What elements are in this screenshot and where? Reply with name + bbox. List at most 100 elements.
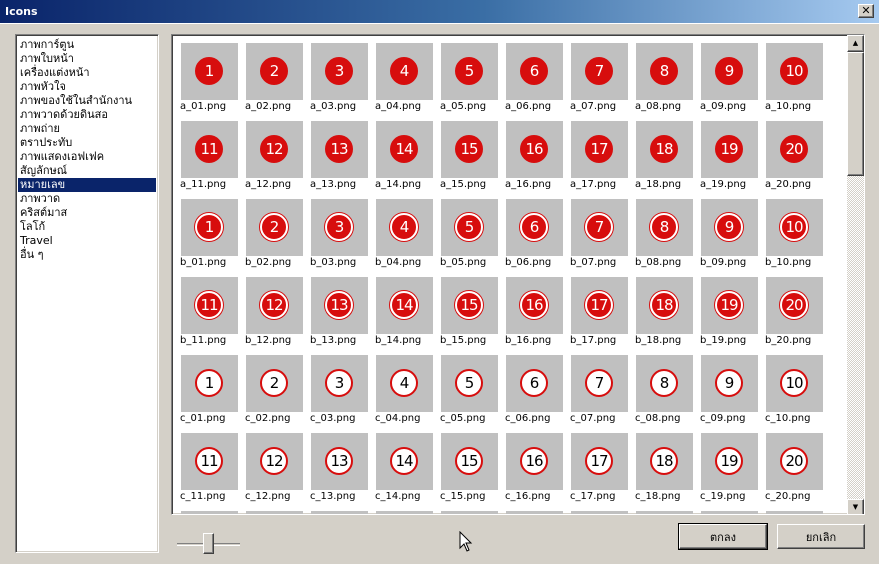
icon-tile[interactable]: 10 c_10.png bbox=[764, 355, 829, 433]
category-item[interactable]: ภาพการ์ตูน bbox=[18, 38, 156, 52]
icon-tile[interactable]: 7 c_07.png bbox=[569, 355, 634, 433]
icon-tile[interactable]: 8 b_08.png bbox=[634, 199, 699, 277]
icon-tile[interactable] bbox=[374, 511, 439, 514]
icon-tile[interactable]: 4 c_04.png bbox=[374, 355, 439, 433]
icon-tile[interactable]: 2 a_02.png bbox=[244, 43, 309, 121]
number-badge-icon: 19 bbox=[715, 291, 743, 319]
icon-tile[interactable]: 12 b_12.png bbox=[244, 277, 309, 355]
icon-tile[interactable]: 5 a_05.png bbox=[439, 43, 504, 121]
icon-tile[interactable]: 1 c_01.png bbox=[179, 355, 244, 433]
icon-tile[interactable]: 19 a_19.png bbox=[699, 121, 764, 199]
category-item[interactable]: ภาพหัวใจ bbox=[18, 80, 156, 94]
icon-tile[interactable]: 3 c_03.png bbox=[309, 355, 374, 433]
icon-tile[interactable]: 18 a_18.png bbox=[634, 121, 699, 199]
icon-tile[interactable]: 7 b_07.png bbox=[569, 199, 634, 277]
icon-tile[interactable]: 20 a_20.png bbox=[764, 121, 829, 199]
icon-tile[interactable] bbox=[699, 511, 764, 514]
scroll-up-button[interactable]: ▲ bbox=[847, 35, 864, 52]
category-item[interactable]: Travel bbox=[18, 234, 156, 248]
icon-tile[interactable]: 2 b_02.png bbox=[244, 199, 309, 277]
icon-tile[interactable]: 11 c_11.png bbox=[179, 433, 244, 511]
scrollbar-thumb[interactable] bbox=[847, 52, 864, 176]
icon-tile[interactable] bbox=[634, 511, 699, 514]
icon-tile[interactable]: 14 a_14.png bbox=[374, 121, 439, 199]
icon-tile[interactable]: 18 b_18.png bbox=[634, 277, 699, 355]
icon-grid-panel[interactable]: 1 a_01.png 2 a_02.png 3 a_03.png 4 a_04.png 5 a_0… bbox=[171, 34, 865, 515]
cancel-button[interactable]: ยกเลิก bbox=[777, 524, 865, 549]
category-item[interactable]: ภาพวาด bbox=[18, 192, 156, 206]
icon-tile[interactable]: 9 a_09.png bbox=[699, 43, 764, 121]
icon-thumbnail: 19 bbox=[701, 277, 758, 334]
icon-tile[interactable]: 5 b_05.png bbox=[439, 199, 504, 277]
category-item[interactable]: ตราประทับ bbox=[18, 136, 156, 150]
icon-tile[interactable]: 9 c_09.png bbox=[699, 355, 764, 433]
icon-tile[interactable]: 20 b_20.png bbox=[764, 277, 829, 355]
icon-tile[interactable] bbox=[764, 511, 829, 514]
category-item[interactable]: หมายเลข bbox=[18, 178, 156, 192]
icon-tile[interactable]: 6 a_06.png bbox=[504, 43, 569, 121]
vertical-scrollbar[interactable]: ▲ ▼ bbox=[847, 35, 864, 514]
icon-tile[interactable]: 17 a_17.png bbox=[569, 121, 634, 199]
icon-tile[interactable]: 19 b_19.png bbox=[699, 277, 764, 355]
category-item[interactable]: เครื่องแต่งหน้า bbox=[18, 66, 156, 80]
icon-tile[interactable]: 18 c_18.png bbox=[634, 433, 699, 511]
icon-tile[interactable]: 1 b_01.png bbox=[179, 199, 244, 277]
scroll-down-button[interactable]: ▼ bbox=[847, 499, 864, 514]
icon-tile[interactable]: 10 b_10.png bbox=[764, 199, 829, 277]
icon-tile[interactable]: 9 b_09.png bbox=[699, 199, 764, 277]
category-item[interactable]: คริสต์มาส bbox=[18, 206, 156, 220]
icon-tile[interactable]: 3 a_03.png bbox=[309, 43, 374, 121]
category-item[interactable]: ภาพของใช้ในสำนักงาน bbox=[18, 94, 156, 108]
icon-tile[interactable] bbox=[439, 511, 504, 514]
category-item[interactable]: อื่น ๆ bbox=[18, 248, 156, 262]
icon-tile[interactable]: 12 a_12.png bbox=[244, 121, 309, 199]
icon-tile[interactable]: 11 a_11.png bbox=[179, 121, 244, 199]
icon-tile[interactable]: 5 c_05.png bbox=[439, 355, 504, 433]
category-list[interactable]: ภาพการ์ตูน ภาพใบหน้า เครื่องแต่งหน้า ภาพหัว… bbox=[15, 34, 159, 553]
category-item[interactable]: โลโก้ bbox=[18, 220, 156, 234]
icon-tile[interactable]: 20 c_20.png bbox=[764, 433, 829, 511]
category-item[interactable]: ภาพใบหน้า bbox=[18, 52, 156, 66]
icon-tile[interactable] bbox=[569, 511, 634, 514]
icon-tile[interactable]: 19 c_19.png bbox=[699, 433, 764, 511]
icon-tile[interactable]: 7 a_07.png bbox=[569, 43, 634, 121]
icon-tile[interactable]: 12 c_12.png bbox=[244, 433, 309, 511]
icon-tile[interactable]: 16 c_16.png bbox=[504, 433, 569, 511]
icon-tile[interactable]: 16 b_16.png bbox=[504, 277, 569, 355]
icon-tile[interactable] bbox=[244, 511, 309, 514]
icon-tile[interactable]: 2 c_02.png bbox=[244, 355, 309, 433]
icon-tile[interactable]: 13 a_13.png bbox=[309, 121, 374, 199]
category-item[interactable]: ภาพแสดงเอฟเฟค bbox=[18, 150, 156, 164]
icon-tile[interactable] bbox=[309, 511, 374, 514]
zoom-slider[interactable] bbox=[177, 533, 240, 554]
icon-tile[interactable]: 17 c_17.png bbox=[569, 433, 634, 511]
icon-tile[interactable]: 8 c_08.png bbox=[634, 355, 699, 433]
icon-tile[interactable] bbox=[504, 511, 569, 514]
category-item[interactable]: สัญลักษณ์ bbox=[18, 164, 156, 178]
icon-tile[interactable]: 1 a_01.png bbox=[179, 43, 244, 121]
close-button[interactable]: ✕ bbox=[858, 4, 874, 18]
slider-thumb[interactable] bbox=[203, 533, 214, 554]
icon-tile[interactable]: 16 a_16.png bbox=[504, 121, 569, 199]
icon-tile[interactable]: 8 a_08.png bbox=[634, 43, 699, 121]
icon-tile[interactable]: 14 c_14.png bbox=[374, 433, 439, 511]
category-item[interactable]: ภาพวาดด้วยดินสอ bbox=[18, 108, 156, 122]
icon-tile[interactable]: 13 b_13.png bbox=[309, 277, 374, 355]
icon-tile[interactable]: 15 c_15.png bbox=[439, 433, 504, 511]
title-bar[interactable]: Icons ✕ bbox=[0, 0, 879, 24]
ok-button[interactable]: ตกลง bbox=[678, 523, 768, 550]
icon-tile[interactable]: 17 b_17.png bbox=[569, 277, 634, 355]
icon-tile[interactable]: 3 b_03.png bbox=[309, 199, 374, 277]
icon-tile[interactable]: 6 c_06.png bbox=[504, 355, 569, 433]
category-item[interactable]: ภาพถ่าย bbox=[18, 122, 156, 136]
icon-tile[interactable]: 15 a_15.png bbox=[439, 121, 504, 199]
icon-tile[interactable]: 15 b_15.png bbox=[439, 277, 504, 355]
icon-tile[interactable]: 4 b_04.png bbox=[374, 199, 439, 277]
icon-tile[interactable]: 13 c_13.png bbox=[309, 433, 374, 511]
icon-tile[interactable]: 14 b_14.png bbox=[374, 277, 439, 355]
icon-tile[interactable] bbox=[179, 511, 244, 514]
icon-tile[interactable]: 10 a_10.png bbox=[764, 43, 829, 121]
icon-tile[interactable]: 6 b_06.png bbox=[504, 199, 569, 277]
icon-tile[interactable]: 4 a_04.png bbox=[374, 43, 439, 121]
icon-tile[interactable]: 11 b_11.png bbox=[179, 277, 244, 355]
